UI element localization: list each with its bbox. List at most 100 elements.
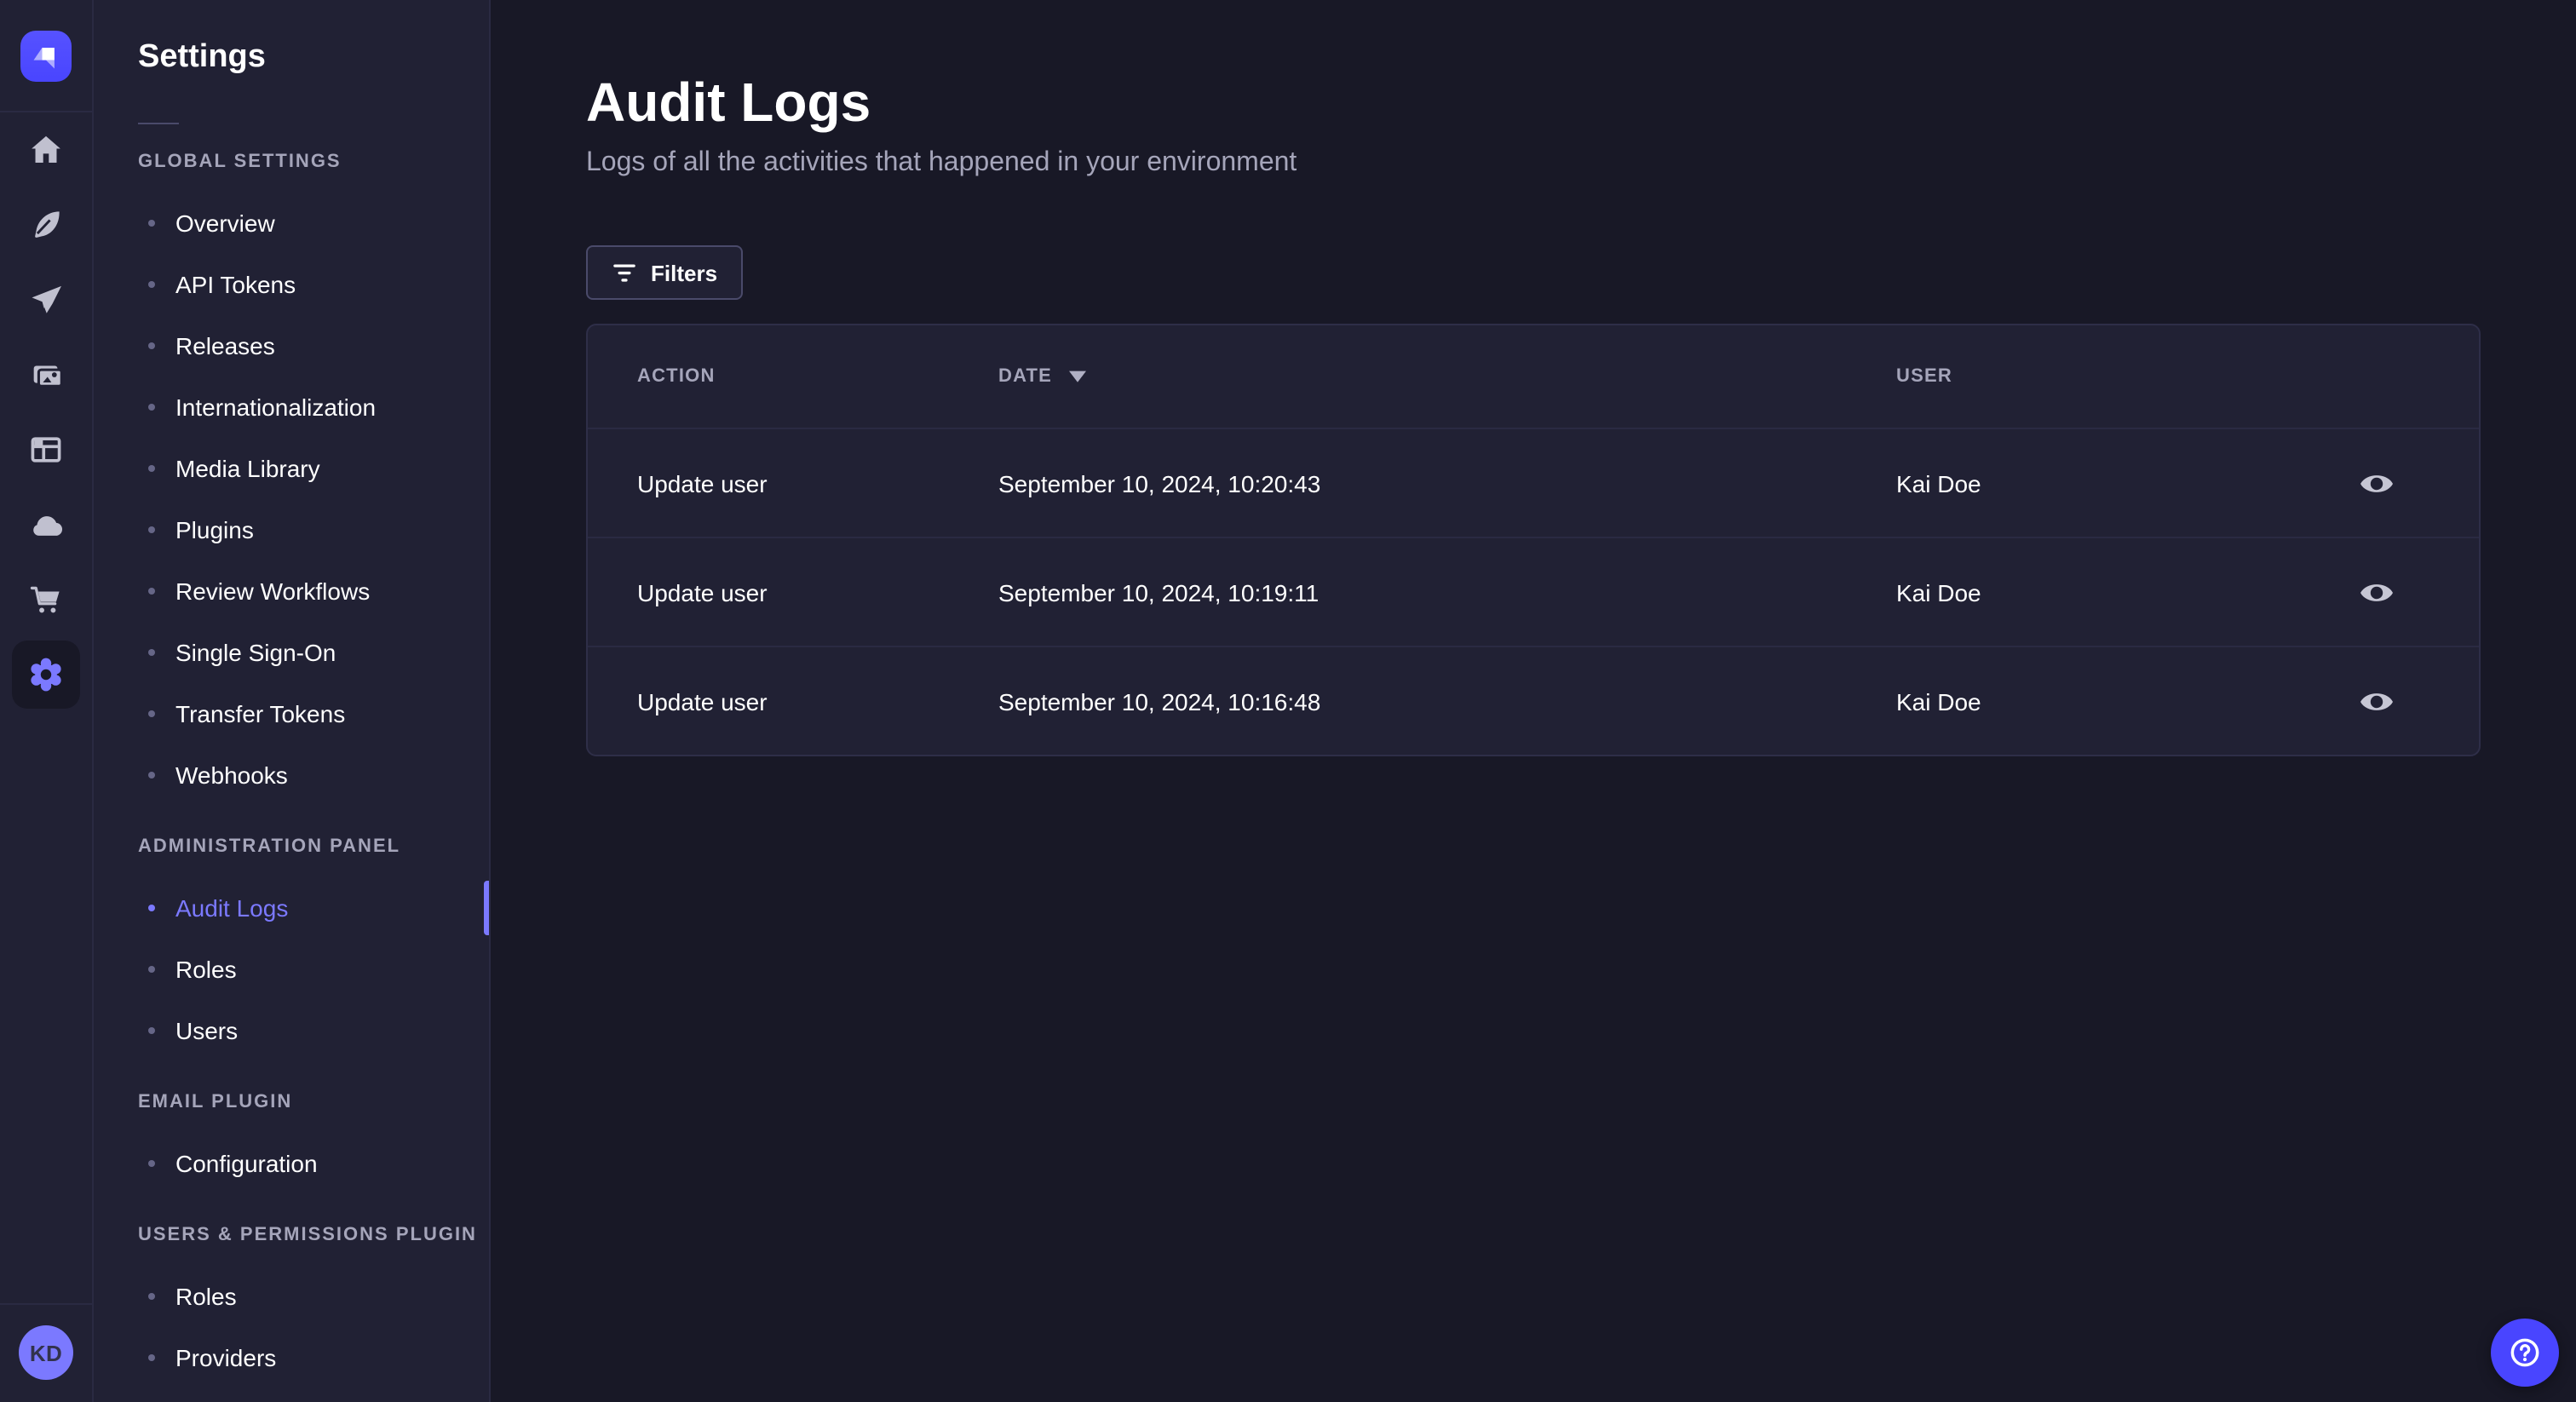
table-header-row: ACTION DATE USER (588, 325, 2479, 428)
audit-logs-table: ACTION DATE USER Update user September 1… (586, 324, 2481, 756)
table-row[interactable]: Update user September 10, 2024, 10:20:43… (588, 428, 2479, 537)
settings-sidebar: Settings GLOBAL SETTINGS Overview API To… (94, 0, 491, 1402)
cell-date: September 10, 2024, 10:19:11 (998, 578, 1320, 606)
rail-item-releases[interactable] (0, 262, 92, 337)
rail-item-content-type-builder[interactable] (0, 412, 92, 487)
strapi-logo-icon (20, 30, 72, 81)
bullet-icon (148, 1027, 155, 1034)
section-global-settings: GLOBAL SETTINGS Overview API Tokens Rele… (94, 131, 489, 806)
icon-rail: KD (0, 0, 94, 1402)
bullet-icon (148, 905, 155, 911)
sidebar-item-api-tokens[interactable]: API Tokens (94, 254, 489, 315)
column-header-user: USER (1896, 366, 2302, 387)
cell-action: Update user (637, 469, 768, 497)
table-row[interactable]: Update user September 10, 2024, 10:19:11… (588, 537, 2479, 646)
cell-date: September 10, 2024, 10:20:43 (998, 469, 1321, 497)
pictures-icon (32, 365, 62, 387)
bullet-icon (148, 1160, 155, 1167)
eye-icon (2360, 474, 2393, 491)
home-icon (32, 135, 60, 164)
table-row[interactable]: Update user September 10, 2024, 10:16:48… (588, 646, 2479, 755)
view-details-button[interactable] (2348, 454, 2406, 512)
user-avatar[interactable]: KD (19, 1325, 73, 1380)
logo-cell[interactable] (0, 0, 92, 112)
sidebar-item-users[interactable]: Users (94, 1000, 489, 1061)
rail-item-media-library[interactable] (0, 337, 92, 412)
cell-date: September 10, 2024, 10:16:48 (998, 687, 1321, 715)
cell-action: Update user (637, 687, 768, 715)
bullet-icon (148, 1354, 155, 1361)
sidebar-item-single-sign-on[interactable]: Single Sign-On (94, 622, 489, 683)
column-header-action: ACTION (637, 366, 998, 387)
page-title: Audit Logs (586, 72, 871, 133)
column-header-date: DATE (998, 366, 1053, 387)
table-actions-row: Filters (586, 245, 2481, 300)
settings-sidebar-header: Settings (94, 0, 489, 82)
sidebar-item-releases[interactable]: Releases (94, 315, 489, 376)
rail-item-content[interactable] (0, 187, 92, 262)
sidebar-item-admin-roles[interactable]: Roles (94, 939, 489, 1000)
section-label: GLOBAL SETTINGS (138, 152, 342, 172)
settings-nav: GLOBAL SETTINGS Overview API Tokens Rele… (94, 124, 489, 1388)
section-users-permissions-plugin: USERS & PERMISSIONS PLUGIN Roles Provide… (94, 1204, 489, 1388)
bullet-icon (148, 772, 155, 779)
paper-plane-icon (32, 285, 61, 313)
bullet-icon (148, 710, 155, 717)
sort-by-date-button[interactable]: DATE (998, 366, 1896, 387)
page-subtitle: Logs of all the activities that happened… (586, 148, 1297, 177)
sort-desc-icon (1068, 371, 1086, 382)
sidebar-item-transfer-tokens[interactable]: Transfer Tokens (94, 683, 489, 744)
view-details-button[interactable] (2348, 563, 2406, 621)
sidebar-item-media-library[interactable]: Media Library (94, 438, 489, 499)
settings-active-highlight (12, 641, 80, 709)
sidebar-item-review-workflows[interactable]: Review Workflows (94, 560, 489, 622)
cell-action: Update user (637, 578, 768, 606)
sidebar-item-up-roles[interactable]: Roles (94, 1266, 489, 1327)
cell-user: Kai Doe (1896, 687, 1981, 715)
sidebar-item-email-configuration[interactable]: Configuration (94, 1133, 489, 1194)
bullet-icon (148, 526, 155, 533)
sidebar-item-overview[interactable]: Overview (94, 192, 489, 254)
rail-item-deploy[interactable] (0, 487, 92, 562)
sidebar-item-up-providers[interactable]: Providers (94, 1327, 489, 1388)
bullet-icon (148, 588, 155, 595)
rail-item-marketplace[interactable] (0, 562, 92, 637)
app-window: KD Settings GLOBAL SETTINGS Overview API… (0, 0, 2576, 1402)
rail-nav (0, 112, 92, 712)
cell-user: Kai Doe (1896, 578, 1981, 606)
section-administration-panel: ADMINISTRATION PANEL Audit Logs Roles Us… (94, 816, 489, 1061)
bullet-icon (148, 1293, 155, 1300)
bullet-icon (148, 404, 155, 411)
bullet-icon (148, 342, 155, 349)
sidebar-item-internationalization[interactable]: Internationalization (94, 376, 489, 438)
bullet-icon (148, 220, 155, 227)
cell-user: Kai Doe (1896, 469, 1981, 497)
filters-button-label: Filters (651, 260, 718, 285)
rail-footer: KD (0, 1303, 92, 1402)
sidebar-title: Settings (138, 39, 266, 75)
gear-icon (31, 658, 61, 692)
filters-button[interactable]: Filters (586, 245, 744, 300)
eye-icon (2360, 583, 2393, 600)
eye-icon (2360, 692, 2393, 710)
help-button[interactable] (2491, 1319, 2559, 1387)
feather-icon (35, 211, 60, 238)
main-content: Audit Logs Logs of all the activities th… (491, 0, 2576, 1402)
sidebar-item-plugins[interactable]: Plugins (94, 499, 489, 560)
rail-item-home[interactable] (0, 112, 92, 187)
section-label: EMAIL PLUGIN (138, 1092, 293, 1112)
filter-icon (613, 263, 635, 281)
section-email-plugin: EMAIL PLUGIN Configuration (94, 1072, 489, 1194)
layout-icon (31, 437, 61, 463)
rail-item-settings[interactable] (0, 637, 92, 712)
bullet-icon (148, 281, 155, 288)
bullet-icon (148, 465, 155, 472)
sidebar-item-webhooks[interactable]: Webhooks (94, 744, 489, 806)
question-mark-icon (2510, 1338, 2539, 1367)
section-label: ADMINISTRATION PANEL (138, 836, 401, 857)
sidebar-item-audit-logs[interactable]: Audit Logs (94, 877, 489, 939)
cloud-icon (32, 515, 62, 535)
view-details-button[interactable] (2348, 672, 2406, 730)
bullet-icon (148, 966, 155, 973)
section-label: USERS & PERMISSIONS PLUGIN (138, 1225, 477, 1245)
